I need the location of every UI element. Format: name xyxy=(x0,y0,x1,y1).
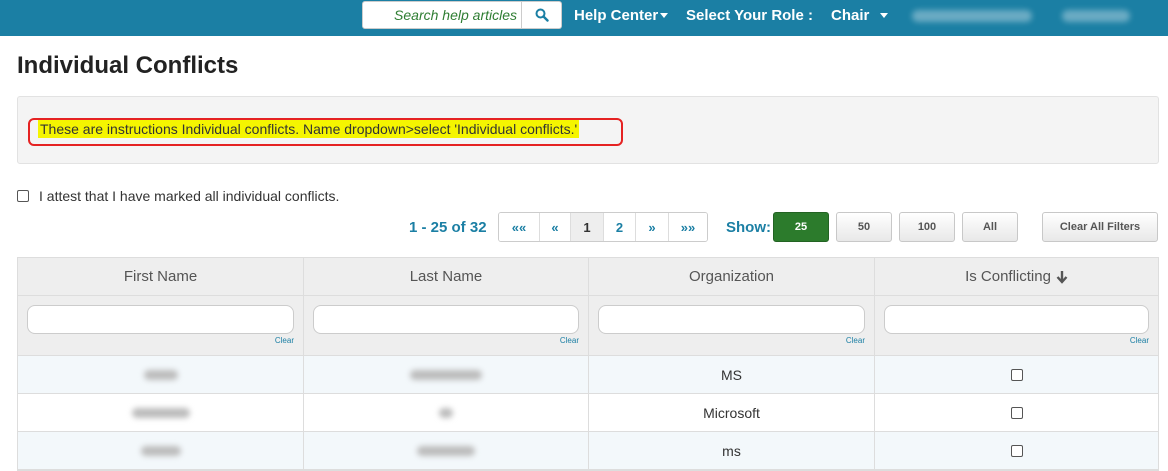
page-size-all-button[interactable]: All xyxy=(962,212,1018,242)
help-search-button[interactable] xyxy=(522,1,562,29)
next-page-button[interactable]: » xyxy=(636,213,669,241)
redacted-last-name xyxy=(410,369,482,380)
filter-cell-is-conflicting: Clear xyxy=(875,296,1158,355)
page-size-100-button[interactable]: 100 xyxy=(899,212,955,242)
redacted-first-name xyxy=(140,445,181,456)
first-name-cell xyxy=(18,432,304,469)
redacted-first-name xyxy=(143,369,178,380)
role-value: Chair xyxy=(831,7,870,24)
is-conflicting-cell xyxy=(875,432,1158,469)
table-row: Microsoft xyxy=(18,394,1158,432)
column-header-is-conflicting[interactable]: Is Conflicting xyxy=(875,258,1158,295)
help-search-input[interactable] xyxy=(362,1,522,29)
table-row: MS xyxy=(18,356,1158,394)
last-name-cell xyxy=(304,394,589,431)
is-conflicting-cell xyxy=(875,356,1158,393)
table-filter-row: Clear Clear Clear Clear xyxy=(18,296,1158,356)
show-label: Show: xyxy=(726,219,771,236)
chevron-down-icon xyxy=(879,12,888,18)
annotation-outline xyxy=(28,118,623,146)
filter-cell-organization: Clear xyxy=(589,296,875,355)
is-conflicting-checkbox[interactable] xyxy=(1010,444,1023,457)
conflicts-table: First Name Last Name Organization Is Con… xyxy=(17,257,1159,471)
page-2-button[interactable]: 2 xyxy=(604,213,636,241)
clear-all-filters-button[interactable]: Clear All Filters xyxy=(1042,212,1158,242)
help-center-menu[interactable]: Help Center xyxy=(574,0,669,32)
redacted-user-menu[interactable] xyxy=(912,10,1032,22)
first-name-clear-link[interactable]: Clear xyxy=(275,336,294,345)
is-conflicting-clear-link[interactable]: Clear xyxy=(1130,336,1149,345)
select-role-label: Select Your Role : xyxy=(686,7,813,24)
organization-cell: Microsoft xyxy=(589,394,875,431)
organization-cell: ms xyxy=(589,432,875,469)
organization-cell: MS xyxy=(589,356,875,393)
column-header-first-name[interactable]: First Name xyxy=(18,258,304,295)
top-navigation-bar: Help Center Select Your Role : Chair xyxy=(0,0,1168,36)
column-header-organization[interactable]: Organization xyxy=(589,258,875,295)
chevron-down-icon xyxy=(660,12,669,18)
last-page-button[interactable]: »» xyxy=(669,213,707,241)
organization-clear-link[interactable]: Clear xyxy=(846,336,865,345)
filter-cell-first-name: Clear xyxy=(18,296,304,355)
column-header-is-conflicting-label: Is Conflicting xyxy=(965,268,1051,285)
last-name-cell xyxy=(304,356,589,393)
redacted-first-name xyxy=(131,407,190,418)
first-page-button[interactable]: «« xyxy=(499,213,540,241)
organization-filter-input[interactable] xyxy=(598,305,865,334)
column-header-last-name[interactable]: Last Name xyxy=(304,258,589,295)
last-name-filter-input[interactable] xyxy=(313,305,579,334)
help-center-label: Help Center xyxy=(574,7,659,24)
page-1-button[interactable]: 1 xyxy=(571,213,604,241)
prev-page-button[interactable]: « xyxy=(540,213,571,241)
is-conflicting-cell xyxy=(875,394,1158,431)
page-size-25-button[interactable]: 25 xyxy=(773,212,829,242)
results-range: 1 - 25 of 32 xyxy=(409,219,487,236)
redacted-last-name xyxy=(439,407,453,418)
redacted-last-name xyxy=(417,445,475,456)
attest-row[interactable]: I attest that I have marked all individu… xyxy=(17,188,339,204)
arrow-down-icon xyxy=(1056,270,1068,284)
is-conflicting-checkbox[interactable] xyxy=(1010,368,1023,381)
table-header-row: First Name Last Name Organization Is Con… xyxy=(18,258,1158,296)
table-row: ms xyxy=(18,432,1158,470)
instructions-panel: These are instructions Individual confli… xyxy=(17,96,1159,164)
first-name-cell xyxy=(18,356,304,393)
page-size-50-button[interactable]: 50 xyxy=(836,212,892,242)
redacted-account-menu[interactable] xyxy=(1062,10,1130,22)
search-icon xyxy=(535,8,549,22)
last-name-cell xyxy=(304,432,589,469)
page-title: Individual Conflicts xyxy=(17,52,239,79)
role-dropdown[interactable]: Chair xyxy=(831,0,888,32)
attest-label: I attest that I have marked all individu… xyxy=(39,188,340,204)
is-conflicting-checkbox[interactable] xyxy=(1010,406,1023,419)
attest-checkbox[interactable] xyxy=(17,190,29,202)
help-search xyxy=(362,1,562,29)
first-name-cell xyxy=(18,394,304,431)
is-conflicting-filter-input[interactable] xyxy=(884,305,1149,334)
filter-cell-last-name: Clear xyxy=(304,296,589,355)
pagination: «« « 1 2 » »» xyxy=(498,212,708,242)
last-name-clear-link[interactable]: Clear xyxy=(560,336,579,345)
first-name-filter-input[interactable] xyxy=(27,305,294,334)
